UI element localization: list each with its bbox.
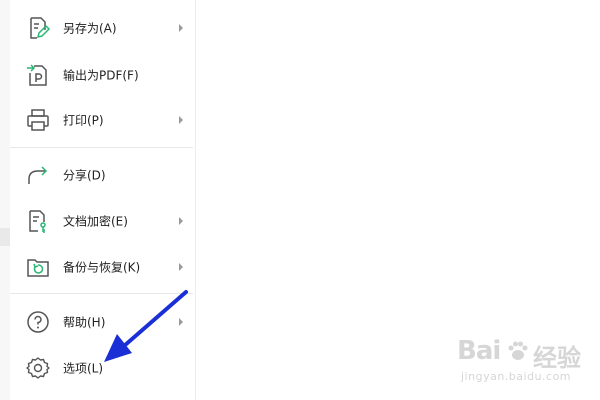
watermark-brand: Bai [457, 336, 501, 366]
submenu-arrow-icon [177, 115, 185, 125]
menu-item-backup-restore[interactable]: 备份与恢复(K) [10, 247, 195, 287]
submenu-arrow-icon [177, 317, 185, 327]
menu-panel-border [195, 0, 196, 400]
scroll-marker [0, 228, 10, 246]
save-as-icon [25, 15, 51, 41]
menu-item-print[interactable]: 打印(P) [10, 100, 195, 140]
menu-item-document-encrypt[interactable]: 文档加密(E) [10, 201, 195, 241]
document-encrypt-icon [25, 208, 51, 234]
paw-logo-icon [505, 338, 531, 364]
submenu-arrow-icon [177, 23, 185, 33]
watermark-brand-cn: 经验 [533, 344, 581, 372]
menu-item-label: 帮助(H) [63, 315, 106, 330]
menu-item-export-pdf[interactable]: 输出为PDF(F) [10, 55, 195, 95]
menu-item-label: 选项(L) [63, 361, 104, 376]
menu-item-label: 文档加密(E) [63, 214, 128, 229]
menu-item-label: 分享(D) [63, 168, 106, 183]
menu-item-save-as[interactable]: 另存为(A) [10, 8, 195, 48]
menu-item-share[interactable]: 分享(D) [10, 155, 195, 195]
baidu-jingyan-watermark: Bai 经验 jingyan.baidu.com [447, 332, 597, 392]
gear-icon [25, 355, 51, 381]
menu-item-options[interactable]: 选项(L) [10, 348, 195, 388]
help-icon [25, 309, 51, 335]
watermark-url: jingyan.baidu.com [461, 370, 572, 383]
menu-item-label: 打印(P) [63, 113, 104, 128]
menu-item-label: 另存为(A) [63, 21, 117, 36]
menu-divider [10, 147, 193, 148]
share-icon [25, 162, 51, 188]
file-menu-panel: 另存为(A) 输出为PDF(F) 打印(P) 分享(D) 文档加密(E) 备份与… [10, 0, 195, 400]
app-window: 另存为(A) 输出为PDF(F) 打印(P) 分享(D) 文档加密(E) 备份与… [0, 0, 600, 400]
document-edge-strip [0, 0, 10, 400]
submenu-arrow-icon [177, 262, 185, 272]
menu-item-label: 输出为PDF(F) [63, 68, 139, 83]
print-icon [25, 107, 51, 133]
submenu-arrow-icon [177, 216, 185, 226]
menu-item-label: 备份与恢复(K) [63, 260, 141, 275]
menu-divider [10, 293, 193, 294]
backup-restore-icon [25, 254, 51, 280]
menu-item-help[interactable]: 帮助(H) [10, 302, 195, 342]
export-pdf-icon [25, 62, 51, 88]
